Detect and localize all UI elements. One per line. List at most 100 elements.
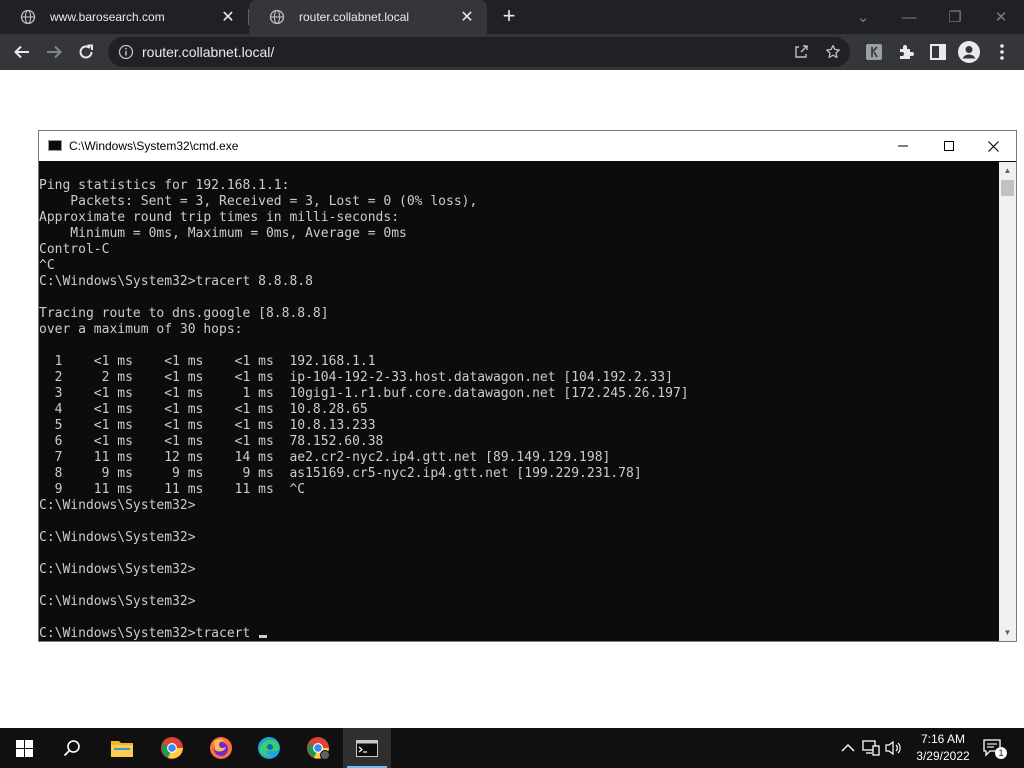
reload-icon	[79, 44, 93, 59]
console-line: 8 9 ms 9 ms 9 ms as15169.cr5-nyc2.ip4.gt…	[39, 466, 642, 481]
console-line: 2 2 ms <1 ms <1 ms ip-104-192-2-33.host.…	[39, 370, 673, 385]
restore-button[interactable]: ❐	[932, 0, 978, 34]
cmd-window[interactable]: C:\Windows\System32\cmd.exe Ping statist…	[38, 130, 1017, 642]
tab-barosearch[interactable]: www.barosearch.com ✕	[0, 0, 248, 34]
taskbar: 7:16 AM 3/29/2022 1	[0, 728, 1024, 768]
side-panel-icon[interactable]	[927, 41, 949, 63]
forward-arrow-icon	[47, 45, 62, 59]
console-line: Ping statistics for 192.168.1.1:	[39, 178, 290, 193]
console-line: Packets: Sent = 3, Received = 3, Lost = …	[39, 194, 478, 209]
menu-icon[interactable]	[991, 41, 1013, 63]
search-button[interactable]	[48, 728, 96, 768]
chrome-icon	[161, 737, 183, 759]
globe-icon	[269, 9, 285, 25]
scroll-up-icon[interactable]: ▲	[999, 162, 1016, 179]
minimize-button[interactable]: —	[886, 0, 932, 34]
tab-label: www.barosearch.com	[50, 10, 165, 24]
chevron-up-icon[interactable]	[838, 738, 858, 758]
chrome-profile-taskbar-button[interactable]	[294, 728, 342, 768]
console-line: over a maximum of 30 hops:	[39, 322, 243, 337]
chrome-taskbar-button[interactable]	[148, 728, 196, 768]
close-icon	[987, 140, 999, 152]
terminal-icon	[48, 140, 62, 151]
scrollbar-thumb[interactable]	[1001, 180, 1014, 196]
minimize-icon: —	[901, 8, 917, 26]
forward-button[interactable]	[40, 38, 68, 66]
start-button[interactable]	[0, 728, 48, 768]
file-explorer-button[interactable]	[98, 728, 146, 768]
firefox-icon	[210, 737, 232, 759]
cmd-maximize-button[interactable]	[926, 131, 972, 161]
network-icon[interactable]	[861, 738, 881, 758]
console-scrollbar[interactable]: ▲ ▼	[999, 162, 1016, 641]
taskbar-clock[interactable]: 7:16 AM 3/29/2022	[912, 731, 974, 765]
extension-icon[interactable]	[863, 41, 885, 63]
console-line: 3 <1 ms <1 ms 1 ms 10gig1-1.r1.buf.core.…	[39, 386, 689, 401]
back-button[interactable]	[8, 38, 36, 66]
console-text: Ping statistics for 192.168.1.1: Packets…	[39, 162, 999, 641]
firefox-taskbar-button[interactable]	[197, 728, 245, 768]
windows-start-icon	[15, 739, 33, 757]
restore-icon: ❐	[948, 9, 962, 26]
tab-label: router.collabnet.local	[299, 10, 410, 24]
console-line: Approximate round trip times in milli-se…	[39, 210, 400, 225]
close-icon: ✕	[994, 9, 1008, 26]
console-line: 6 <1 ms <1 ms <1 ms 78.152.60.38	[39, 434, 384, 449]
cmd-title-bar[interactable]: C:\Windows\System32\cmd.exe	[39, 131, 1016, 161]
terminal-icon	[356, 739, 378, 757]
console-line: C:\Windows\System32>	[39, 594, 196, 609]
url-text[interactable]: router.collabnet.local/	[142, 44, 274, 60]
cmd-minimize-button[interactable]	[880, 131, 926, 161]
cmd-close-button[interactable]	[970, 131, 1016, 161]
volume-icon[interactable]	[884, 738, 904, 758]
console-line: 4 <1 ms <1 ms <1 ms 10.8.28.65	[39, 402, 368, 417]
console-line: 5 <1 ms <1 ms <1 ms 10.8.13.233	[39, 418, 376, 433]
notification-icon[interactable]: 1	[982, 738, 1007, 759]
console-line: C:\Windows\System32>	[39, 530, 196, 545]
console-line: 7 11 ms 12 ms 14 ms ae2.cr2-nyc2.ip4.gtt…	[39, 450, 611, 465]
chrome-icon	[307, 737, 330, 760]
back-arrow-icon	[14, 45, 29, 59]
notification-count: 1	[995, 747, 1007, 759]
chevron-down-icon: ⌄	[856, 9, 870, 26]
tab-router[interactable]: router.collabnet.local ✕	[249, 0, 487, 34]
console-line: 9 11 ms 11 ms 11 ms ^C	[39, 482, 306, 497]
console-line: Minimum = 0ms, Maximum = 0ms, Average = …	[39, 226, 407, 241]
text-cursor	[259, 635, 268, 638]
cmd-taskbar-button[interactable]	[343, 728, 391, 768]
console-output[interactable]: Ping statistics for 192.168.1.1: Packets…	[39, 162, 999, 641]
console-line: C:\Windows\System32>	[39, 562, 196, 577]
console-line: C:\Windows\System32>	[39, 498, 196, 513]
share-icon[interactable]	[791, 42, 811, 62]
console-line: 1 <1 ms <1 ms <1 ms 192.168.1.1	[39, 354, 376, 369]
reload-button[interactable]	[72, 38, 100, 66]
clock-time: 7:16 AM	[920, 732, 966, 746]
globe-icon	[20, 9, 36, 25]
profile-icon[interactable]	[958, 41, 980, 63]
console-line: Control-C	[39, 242, 110, 257]
browser-tab-strip: www.barosearch.com ✕ router.collabnet.lo…	[0, 0, 1024, 34]
browser-toolbar: router.collabnet.local/	[0, 34, 1024, 70]
close-icon[interactable]: ✕	[457, 7, 477, 27]
close-window-button[interactable]: ✕	[978, 0, 1024, 34]
clock-date: 3/29/2022	[916, 749, 970, 763]
close-icon[interactable]: ✕	[218, 7, 238, 27]
maximize-icon	[944, 141, 954, 151]
minimize-icon	[898, 145, 908, 147]
new-tab-button[interactable]: +	[498, 3, 520, 28]
edge-taskbar-button[interactable]	[245, 728, 293, 768]
plus-icon: +	[502, 3, 516, 28]
console-line: C:\Windows\System32>tracert	[39, 626, 259, 641]
console-line: C:\Windows\System32>tracert 8.8.8.8	[39, 274, 313, 289]
address-bar[interactable]: router.collabnet.local/	[108, 37, 850, 67]
info-icon[interactable]	[118, 44, 134, 60]
cmd-window-title: C:\Windows\System32\cmd.exe	[69, 139, 239, 153]
edge-icon	[258, 737, 280, 759]
console-line: Tracing route to dns.google [8.8.8.8]	[39, 306, 329, 321]
tab-search-button[interactable]: ⌄	[840, 0, 886, 34]
file-explorer-icon	[111, 741, 133, 757]
star-icon[interactable]	[823, 42, 843, 62]
scroll-down-icon[interactable]: ▼	[999, 624, 1016, 641]
puzzle-icon[interactable]	[895, 41, 917, 63]
console-line: ^C	[39, 258, 55, 273]
